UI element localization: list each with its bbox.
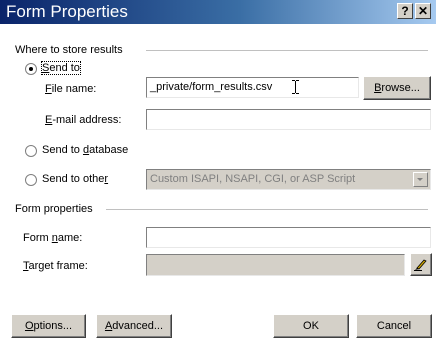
- send-to-label[interactable]: Send to: [41, 61, 81, 75]
- other-script-dropdown-value: Custom ISAPI, NSAPI, CGI, or ASP Script: [150, 173, 356, 185]
- help-button[interactable]: ?: [397, 3, 413, 19]
- target-frame-picker-button[interactable]: [410, 253, 432, 276]
- other-script-dropdown[interactable]: Custom ISAPI, NSAPI, CGI, or ASP Script: [146, 169, 431, 190]
- email-address-input[interactable]: [146, 109, 431, 130]
- target-frame-input[interactable]: [146, 254, 405, 276]
- send-to-radio[interactable]: [25, 63, 37, 75]
- dialog-title: Form Properties: [6, 2, 128, 21]
- radio-selected-dot: [29, 67, 33, 71]
- form-name-label: Form name:: [23, 232, 83, 244]
- target-frame-label: Target frame:: [23, 260, 88, 272]
- file-name-input[interactable]: _private/form_results.csv: [146, 77, 359, 98]
- send-to-other-label[interactable]: Send to other: [42, 173, 108, 185]
- send-to-other-radio[interactable]: [25, 174, 37, 186]
- browse-button[interactable]: Browse...: [363, 76, 431, 100]
- group-divider: [106, 209, 428, 210]
- chevron-down-icon[interactable]: [413, 172, 428, 187]
- ok-button[interactable]: OK: [273, 314, 349, 338]
- group-divider: [146, 50, 428, 51]
- advanced-button[interactable]: Advanced...: [96, 314, 172, 338]
- form-properties-group-title: Form properties: [15, 203, 93, 215]
- store-results-group-title: Where to store results: [15, 44, 123, 56]
- title-bar[interactable]: Form Properties ? ✕: [0, 0, 436, 24]
- send-to-database-label[interactable]: Send to database: [42, 144, 128, 156]
- pencil-icon: [414, 259, 427, 271]
- form-name-input[interactable]: [146, 227, 431, 248]
- email-address-label: E-mail address:: [45, 114, 122, 126]
- text-cursor-icon: [292, 80, 299, 94]
- close-button[interactable]: ✕: [415, 3, 431, 19]
- options-button[interactable]: Options...: [11, 314, 86, 338]
- form-properties-dialog: Form Properties ? ✕ Where to store resul…: [0, 0, 436, 345]
- cancel-button[interactable]: Cancel: [356, 314, 432, 338]
- file-name-label: File name:: [45, 83, 97, 95]
- send-to-database-radio[interactable]: [25, 145, 37, 157]
